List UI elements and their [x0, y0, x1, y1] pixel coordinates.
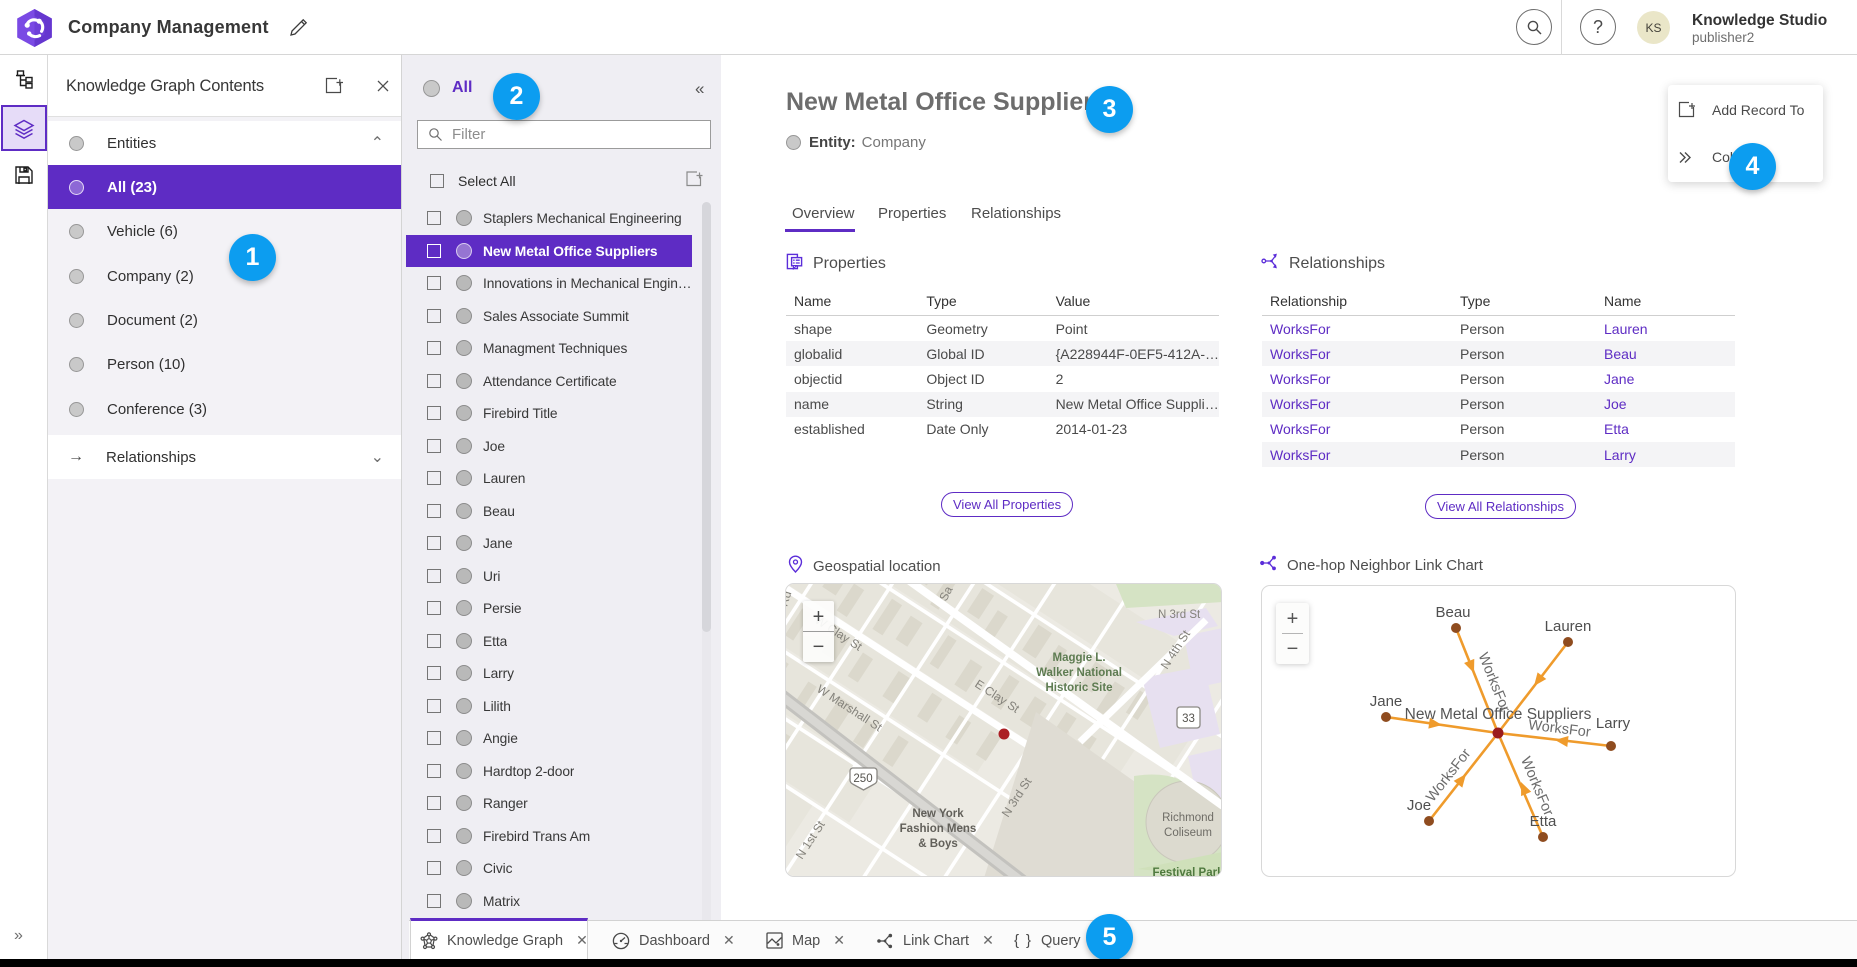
svg-text:New York: New York	[912, 808, 964, 820]
svg-text:33: 33	[1182, 713, 1195, 725]
svg-text:Jane: Jane	[1370, 693, 1403, 710]
svg-text:Beau: Beau	[1435, 604, 1470, 621]
svg-text:Maggie L.: Maggie L.	[1052, 652, 1105, 664]
svg-text:+: +	[813, 606, 825, 628]
svg-text:New Metal Office Suppliers: New Metal Office Suppliers	[1405, 706, 1592, 723]
svg-text:Coliseum: Coliseum	[1164, 827, 1212, 839]
svg-text:Festival Park: Festival Park	[1153, 867, 1222, 877]
svg-text:Larry: Larry	[1596, 715, 1631, 732]
svg-text:Walker National: Walker National	[1036, 667, 1122, 679]
svg-text:Richmond: Richmond	[1162, 812, 1214, 824]
svg-text:+: +	[1287, 608, 1299, 630]
svg-text:& Boys: & Boys	[918, 838, 958, 850]
svg-text:250: 250	[853, 773, 872, 785]
svg-text:−: −	[813, 636, 825, 658]
svg-text:Fashion Mens: Fashion Mens	[900, 823, 977, 835]
svg-text:Lauren: Lauren	[1545, 618, 1592, 635]
svg-text:−: −	[1287, 638, 1299, 660]
svg-text:Etta: Etta	[1530, 813, 1557, 830]
svg-text:Historic Site: Historic Site	[1045, 682, 1112, 694]
svg-text:Joe: Joe	[1407, 797, 1431, 814]
svg-text:N 3rd St: N 3rd St	[1158, 609, 1201, 621]
